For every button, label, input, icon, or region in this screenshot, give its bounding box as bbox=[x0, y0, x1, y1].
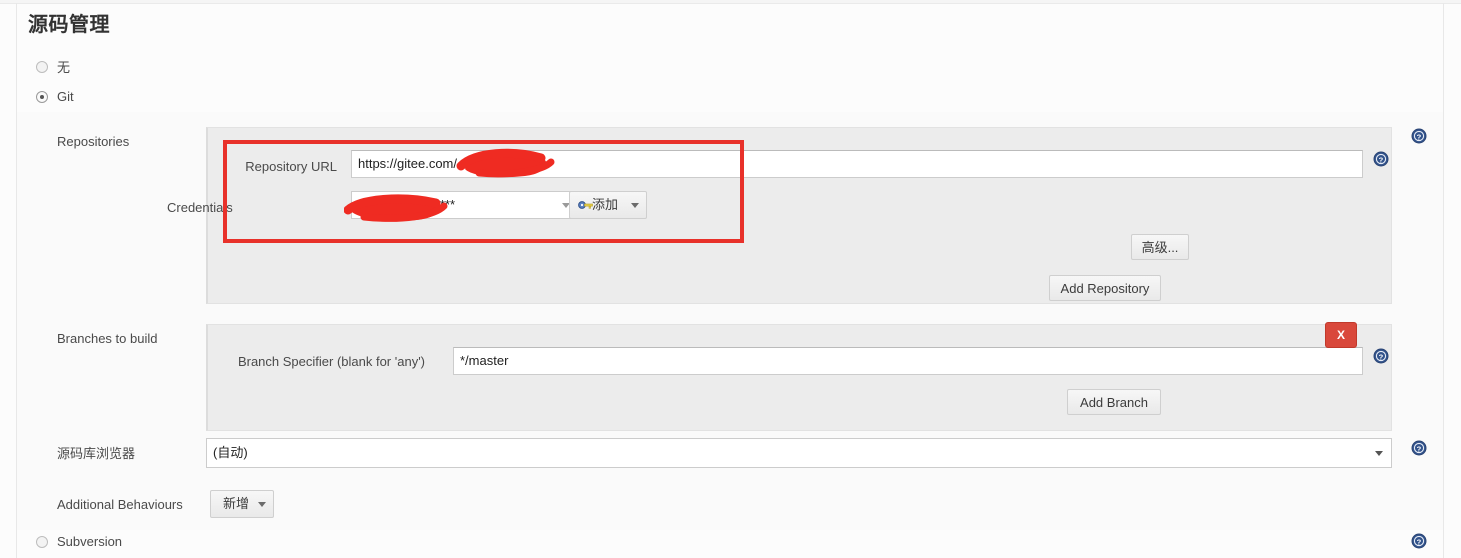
svg-text:?: ? bbox=[1379, 155, 1384, 164]
add-repository-button[interactable]: Add Repository bbox=[1049, 275, 1161, 301]
repository-url-input[interactable]: https://gitee.com/ JenkinsTest.git bbox=[351, 150, 1363, 178]
branch-specifier-label: Branch Specifier (blank for 'any') bbox=[237, 354, 425, 369]
repository-browser-value: (自动) bbox=[213, 445, 248, 460]
additional-behaviours-label: Additional Behaviours bbox=[57, 497, 183, 512]
radio-none-icon[interactable] bbox=[36, 60, 48, 73]
svg-text:?: ? bbox=[1417, 537, 1422, 546]
scm-option-none[interactable]: 无 bbox=[36, 57, 70, 76]
add-branch-button[interactable]: Add Branch bbox=[1067, 389, 1161, 415]
chevron-down-icon bbox=[1375, 451, 1383, 456]
credentials-select-value: @163.com/****** bbox=[358, 197, 456, 212]
repository-url-label: Repository URL bbox=[245, 159, 337, 174]
repository-browser-select[interactable]: (自动) bbox=[206, 438, 1392, 468]
branches-panel bbox=[206, 324, 1392, 431]
add-credentials-button[interactable]: 添加 bbox=[569, 191, 647, 219]
repositories-label: Repositories bbox=[57, 134, 130, 149]
branches-to-build-label: Branches to build bbox=[57, 331, 158, 346]
delete-branch-button[interactable]: X bbox=[1325, 322, 1357, 348]
scm-config-page: 源码管理 无 Git Repositories Repository URL h… bbox=[0, 0, 1461, 558]
chevron-down-icon bbox=[258, 502, 266, 507]
help-icon[interactable]: ? bbox=[1411, 128, 1427, 144]
git-settings-block: Repositories Repository URL https://gite… bbox=[17, 112, 1443, 530]
add-credentials-label: 添加 bbox=[592, 197, 619, 212]
branch-specifier-input[interactable]: */master bbox=[453, 347, 1363, 375]
advanced-button[interactable]: 高级... bbox=[1131, 234, 1189, 260]
credentials-label: Credentials bbox=[167, 200, 233, 215]
scm-option-git[interactable]: Git bbox=[36, 89, 74, 104]
chevron-down-icon bbox=[631, 203, 639, 208]
help-icon[interactable]: ? bbox=[1373, 151, 1389, 167]
scm-option-subversion[interactable]: Subversion bbox=[36, 534, 122, 549]
add-behaviour-label: 新增 bbox=[223, 496, 250, 511]
repository-browser-label: 源码库浏览器 bbox=[57, 446, 136, 461]
help-icon[interactable]: ? bbox=[1411, 533, 1427, 549]
svg-text:?: ? bbox=[1417, 444, 1422, 453]
scm-option-subversion-label: Subversion bbox=[57, 534, 123, 549]
radio-subversion-icon[interactable] bbox=[36, 535, 48, 548]
credentials-select[interactable]: @163.com/****** bbox=[351, 191, 579, 219]
scm-option-git-label: Git bbox=[57, 89, 74, 104]
svg-text:?: ? bbox=[1379, 352, 1384, 361]
scm-option-none-label: 无 bbox=[57, 60, 71, 75]
right-rail bbox=[1443, 3, 1444, 558]
help-icon[interactable]: ? bbox=[1373, 348, 1389, 364]
help-icon[interactable]: ? bbox=[1411, 440, 1427, 456]
top-divider bbox=[0, 0, 1461, 4]
add-behaviour-button[interactable]: 新增 bbox=[210, 490, 274, 518]
key-icon bbox=[578, 201, 593, 209]
radio-git-icon[interactable] bbox=[36, 90, 48, 103]
svg-text:?: ? bbox=[1417, 132, 1422, 141]
page-title: 源码管理 bbox=[28, 14, 110, 36]
